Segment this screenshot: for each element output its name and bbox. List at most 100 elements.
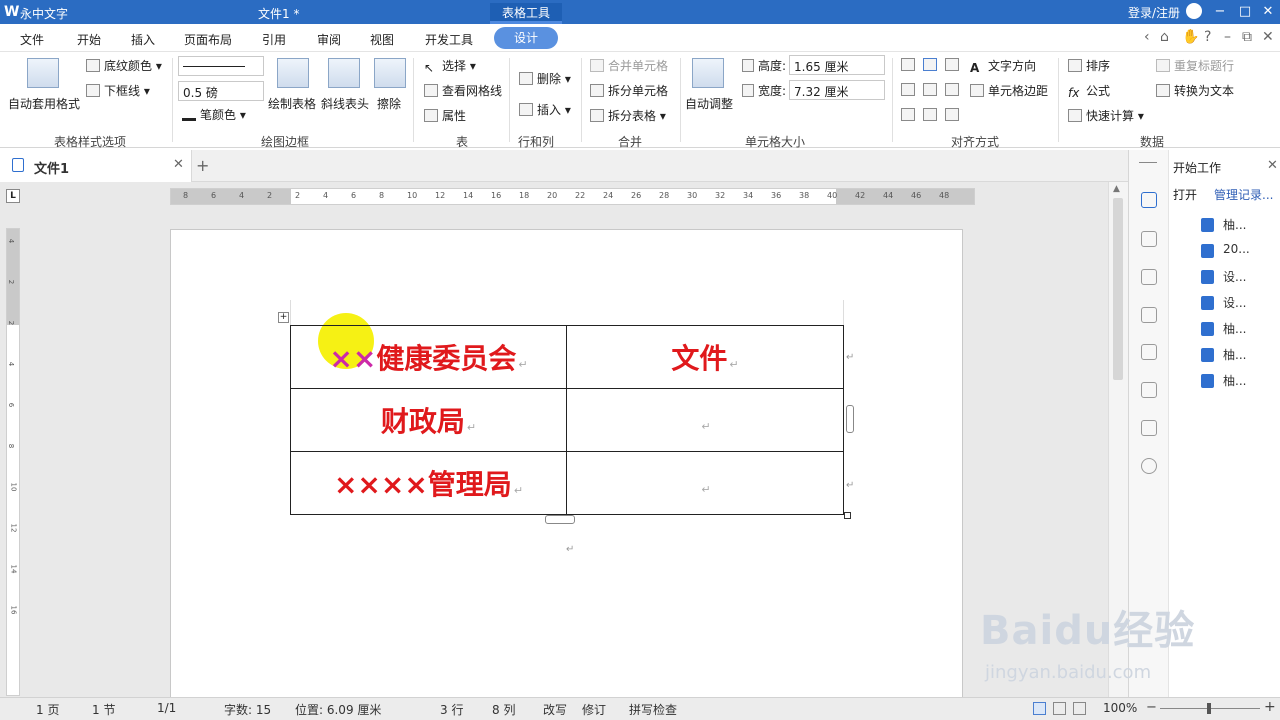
align-top-center-icon[interactable]	[923, 58, 937, 71]
auto-format-button[interactable]: 自动套用格式	[8, 96, 80, 112]
tab-close-icon[interactable]: ✕	[173, 157, 184, 172]
shading-button[interactable]: 底纹颜色 ▾	[86, 58, 162, 74]
context-tab-table-tools[interactable]: 表格工具	[490, 3, 562, 24]
menu-design[interactable]: 设计	[494, 27, 559, 49]
recent-file-item[interactable]: 设...	[1201, 294, 1246, 311]
home-icon[interactable]: ⌂	[1160, 29, 1169, 45]
layers-icon[interactable]	[1141, 269, 1157, 285]
merge-cells-button[interactable]: 合并单元格	[590, 58, 668, 74]
text-direction-button[interactable]: A 文字方向	[970, 58, 1036, 75]
panel-manage-link[interactable]: 管理记录...	[1214, 186, 1273, 203]
insert-button[interactable]: 插入 ▾	[519, 102, 571, 118]
minimize-ribbon-icon[interactable]: –	[1224, 29, 1231, 45]
split-cells-button[interactable]: 拆分单元格	[590, 83, 668, 99]
web-layout-icon[interactable]	[1053, 702, 1066, 715]
recent-file-item[interactable]: 柚...	[1201, 320, 1246, 337]
pen-weight-select[interactable]: 0.5 磅	[178, 81, 264, 101]
back-icon[interactable]: ‹	[1144, 29, 1150, 45]
align-center-icon[interactable]	[923, 83, 937, 96]
avatar-icon[interactable]	[1186, 3, 1202, 19]
recent-file-item[interactable]: 柚...	[1201, 216, 1246, 233]
split-table-button[interactable]: 拆分表格 ▾	[590, 108, 666, 124]
help-icon[interactable]: ?	[1204, 29, 1211, 45]
hand-icon[interactable]: ✋	[1182, 29, 1199, 45]
status-spell-check[interactable]: 拼写检查	[629, 701, 677, 718]
align-middle-right-icon[interactable]	[945, 83, 959, 96]
status-track-changes[interactable]: 修订	[582, 701, 606, 718]
recent-file-item[interactable]: 20...	[1201, 242, 1250, 258]
zoom-out-icon[interactable]: −	[1146, 700, 1157, 715]
table-cell[interactable]: ××××管理局 ↵	[290, 451, 567, 515]
close-icon[interactable]: ✕	[1258, 2, 1278, 22]
cell-margins-button[interactable]: 单元格边距	[970, 83, 1048, 99]
minimize-icon[interactable]: −	[1210, 2, 1230, 22]
table-move-handle-icon[interactable]: +	[278, 312, 289, 323]
align-bottom-center-icon[interactable]	[923, 108, 937, 121]
menu-developer[interactable]: 开发工具	[425, 31, 473, 48]
settings-icon[interactable]	[1141, 231, 1157, 247]
print-layout-icon[interactable]	[1033, 702, 1046, 715]
add-row-handle-icon[interactable]	[545, 515, 575, 524]
menu-page-layout[interactable]: 页面布局	[184, 31, 232, 48]
recent-file-item[interactable]: 设...	[1201, 268, 1246, 285]
auto-fit-button[interactable]: 自动调整	[685, 96, 733, 112]
maximize-icon[interactable]: □	[1235, 2, 1255, 22]
recent-file-item[interactable]: 柚...	[1201, 346, 1246, 363]
quick-calc-button[interactable]: 快速计算 ▾	[1068, 108, 1144, 124]
draw-table-button[interactable]: 绘制表格	[268, 96, 316, 112]
convert-to-text-button[interactable]: 转换为文本	[1156, 83, 1234, 99]
close-doc-icon[interactable]: ✕	[1262, 29, 1274, 45]
sort-button[interactable]: 排序	[1068, 58, 1110, 74]
lock-icon[interactable]	[1141, 307, 1157, 323]
height-input[interactable]: 1.65 厘米	[789, 55, 885, 75]
tab-stop-selector[interactable]: L	[6, 189, 20, 203]
select-button[interactable]: ↖ 选择 ▾	[424, 58, 476, 75]
bottom-border-button[interactable]: 下框线 ▾	[86, 83, 150, 99]
panel-close-icon[interactable]: ✕	[1267, 158, 1278, 173]
menu-file[interactable]: 文件	[20, 31, 44, 48]
outline-view-icon[interactable]	[1073, 702, 1086, 715]
recent-file-item[interactable]: 柚...	[1201, 372, 1246, 389]
menu-icon[interactable]	[1139, 162, 1157, 163]
horizontal-ruler[interactable]: 8 6 4 2 2 4 6 8 10 12 14 16 18 20 22 24 26 28 30 32 34 36 38 40…	[170, 188, 975, 205]
vertical-ruler[interactable]: 4 2 2 4 6 8 10 12 14 16	[6, 228, 20, 696]
align-top-left-icon[interactable]	[901, 58, 915, 71]
table-cell[interactable]: ↵	[566, 451, 844, 515]
table-cell[interactable]: 文件 ↵	[566, 325, 844, 389]
properties-button[interactable]: 属性	[424, 108, 466, 124]
menu-review[interactable]: 审阅	[317, 31, 341, 48]
restore-icon[interactable]: ⧉	[1242, 29, 1252, 45]
add-column-handle-icon[interactable]	[846, 405, 854, 433]
eraser-button[interactable]: 擦除	[377, 96, 401, 112]
diagonal-header-button[interactable]: 斜线表头	[321, 96, 369, 112]
status-overtype[interactable]: 改写	[543, 701, 567, 718]
line-style-select[interactable]	[178, 56, 264, 76]
repeat-header-button[interactable]: 重复标题行	[1156, 58, 1234, 74]
clipboard-icon[interactable]	[1141, 344, 1157, 360]
table-cell[interactable]: ××健康委员会 ↵	[290, 325, 567, 389]
align-bottom-right-icon[interactable]	[945, 108, 959, 121]
document-table[interactable]: ××健康委员会 ↵ 文件 ↵ 财政局 ↵ ↵ ××××管理局 ↵ ↵	[290, 325, 844, 515]
new-tab-button[interactable]: +	[196, 156, 209, 175]
align-top-right-icon[interactable]	[945, 58, 959, 71]
table-cell[interactable]: ↵	[566, 388, 844, 452]
panel-open-link[interactable]: 打开	[1173, 186, 1197, 203]
align-bottom-left-icon[interactable]	[901, 108, 915, 121]
edit-icon[interactable]	[1141, 192, 1157, 208]
zoom-slider-thumb[interactable]	[1207, 703, 1211, 714]
tab-document[interactable]: 文件1 ✕	[0, 150, 192, 182]
pen-color-button[interactable]: 笔颜色 ▾	[182, 107, 246, 123]
zoom-in-icon[interactable]: +	[1264, 699, 1276, 715]
delete-button[interactable]: 删除 ▾	[519, 71, 571, 87]
menu-references[interactable]: 引用	[262, 31, 286, 48]
help-circle-icon[interactable]	[1141, 458, 1157, 474]
table-cell[interactable]: 财政局 ↵	[290, 388, 567, 452]
menu-insert[interactable]: 插入	[131, 31, 155, 48]
menu-view[interactable]: 视图	[370, 31, 394, 48]
status-word-count[interactable]: 字数: 15	[224, 701, 271, 718]
table-resize-handle-icon[interactable]	[844, 512, 851, 519]
align-middle-left-icon[interactable]	[901, 83, 915, 96]
menu-home[interactable]: 开始	[77, 31, 101, 48]
note-icon[interactable]	[1141, 420, 1157, 436]
scrollbar-thumb[interactable]	[1113, 198, 1123, 380]
